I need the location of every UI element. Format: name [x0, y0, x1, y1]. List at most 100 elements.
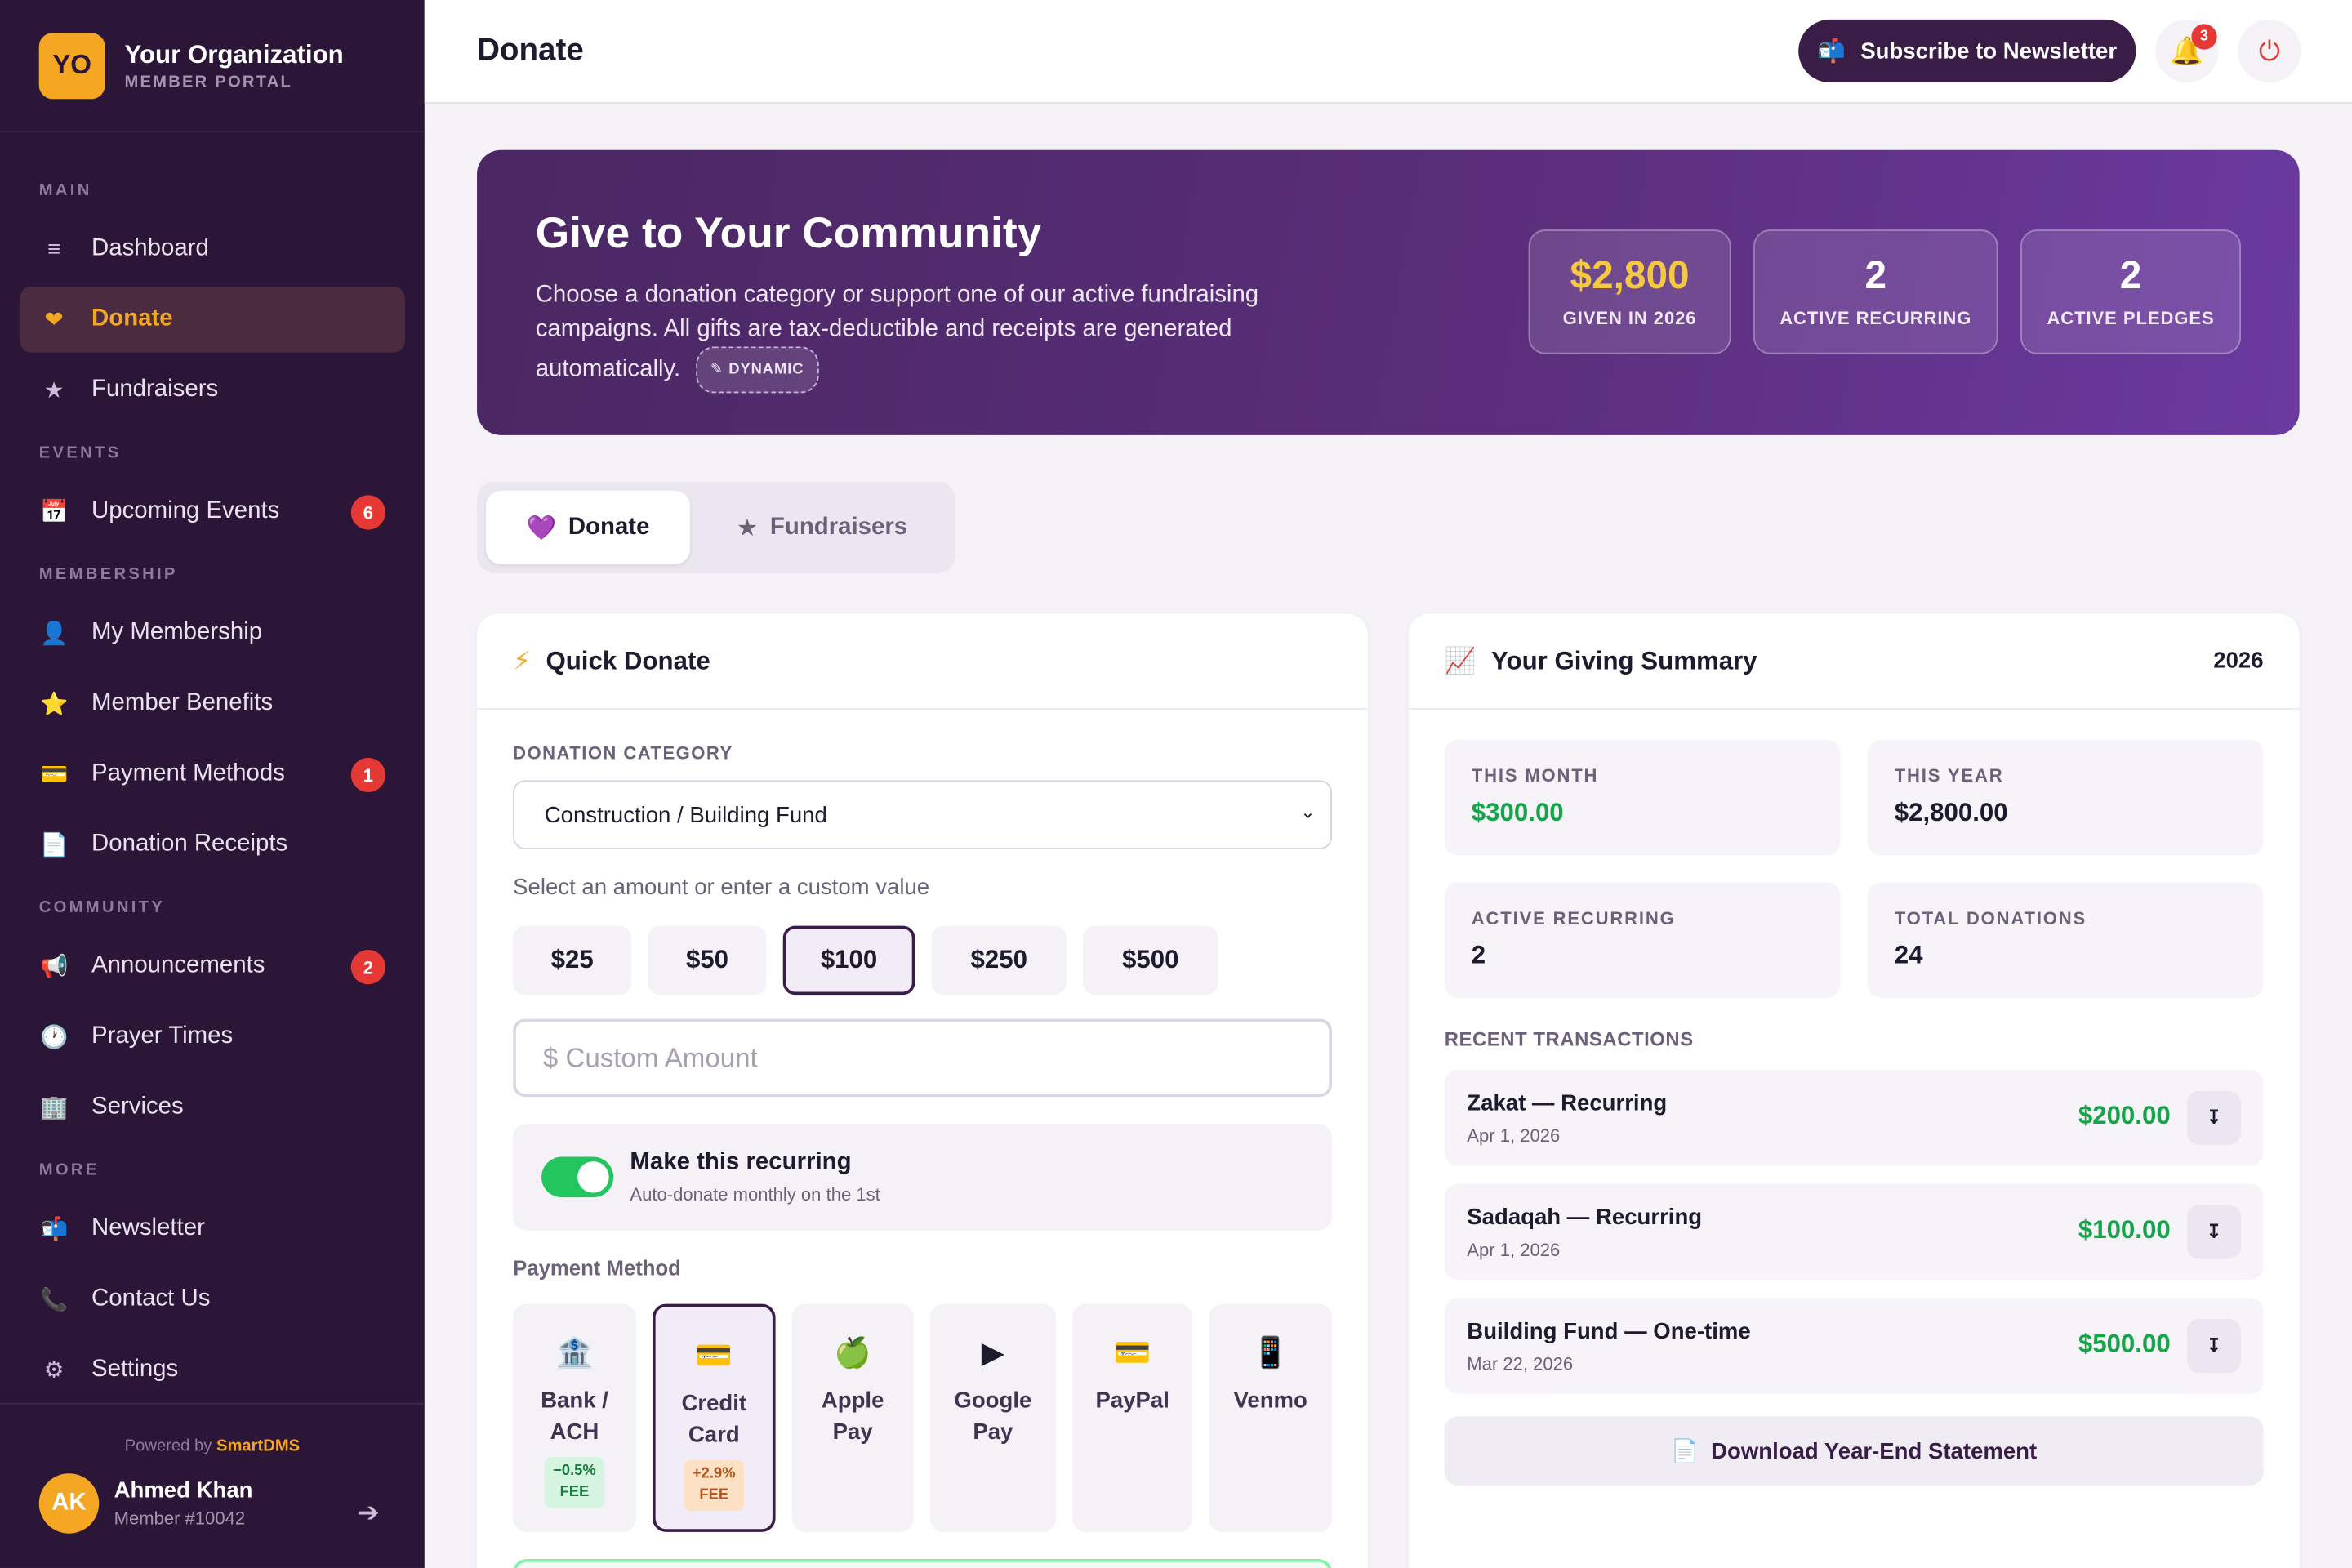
count-badge: 1 [350, 757, 386, 793]
fee-badge: −0.5% FEE [544, 1457, 605, 1508]
payment-method-paypal[interactable]: 💳 PayPal [1072, 1303, 1193, 1532]
card-title: Quick Donate [546, 645, 710, 675]
stat-active-recurring: ACTIVE RECURRING 2 [1444, 882, 1841, 998]
sidebar-item-newsletter[interactable]: 📬 Newsletter [20, 1196, 405, 1262]
stat-label: TOTAL DONATIONS [1894, 907, 2087, 929]
amount-50-button[interactable]: $50 [648, 925, 767, 996]
stat-label: ACTIVE RECURRING [1471, 907, 1676, 929]
phone-icon: 📞 [39, 1287, 69, 1313]
sidebar-item-settings[interactable]: ⚙ Settings [20, 1337, 405, 1403]
stat-this-year: THIS YEAR $2,800.00 [1867, 739, 2264, 856]
sidebar-item-member-benefits[interactable]: ⭐ Member Benefits [20, 670, 405, 737]
sidebar-item-announcements[interactable]: 📢 Announcements 2 [20, 933, 405, 1000]
sidebar-item-upcoming-events[interactable]: 📅 Upcoming Events 6 [20, 479, 405, 545]
section-more: MORE [38, 1161, 100, 1180]
mailbox-icon: 📬 [1817, 38, 1846, 65]
payment-method-credit-card[interactable]: 💳 Credit Card +2.9% FEE [652, 1303, 776, 1532]
credit-card-icon: 💳 [695, 1339, 733, 1374]
user-name: Ahmed Khan [114, 1477, 253, 1503]
sidebar-item-label: Fundraisers [91, 376, 219, 403]
amount-100-button[interactable]: $100 [782, 925, 915, 996]
fee-label: FEE [699, 1486, 729, 1503]
dynamic-chip: ✎ DYNAMIC [695, 346, 819, 394]
sidebar-item-fundraisers[interactable]: ★ Fundraisers [20, 357, 405, 423]
topbar: Donate 📬 Subscribe to Newsletter 🔔 3 ⏻ [424, 0, 2352, 104]
sidebar-item-prayer-times[interactable]: 🕐 Prayer Times [20, 1004, 405, 1070]
transaction-name: Sadaqah — Recurring [1467, 1205, 1703, 1231]
download-statement-button[interactable]: 📄 Download Year-End Statement [1444, 1416, 2264, 1486]
custom-amount-input[interactable]: $ Custom Amount [513, 1018, 1332, 1098]
stat-label: ACTIVE PLEDGES [2047, 307, 2215, 329]
play-icon: ▶ [981, 1337, 1005, 1370]
payment-method-bank[interactable]: 🏦 Bank / ACH −0.5% FEE [513, 1303, 636, 1532]
sidebar-item-dashboard[interactable]: ≡ Dashboard [20, 216, 405, 283]
transaction-name: Zakat — Recurring [1467, 1090, 1668, 1116]
section-membership: MEMBERSHIP [38, 565, 178, 584]
payment-method-apple-pay[interactable]: 🍏 Apple Pay [791, 1303, 914, 1532]
star-icon: ⭐ [39, 691, 69, 718]
sidebar-item-payment-methods[interactable]: 💳 Payment Methods 1 [20, 742, 405, 808]
subscribe-newsletter-button[interactable]: 📬 Subscribe to Newsletter [1798, 19, 2136, 83]
amount-500-button[interactable]: $500 [1083, 925, 1218, 996]
sidebar-item-my-membership[interactable]: 👤 My Membership [20, 600, 405, 666]
stat-given: $2,800 GIVEN IN 2026 [1528, 229, 1731, 354]
stat-value: 2 [1864, 252, 1887, 297]
sidebar-footer: Powered by SmartDMS AK Ahmed Khan Member… [0, 1402, 425, 1568]
download-receipt-icon[interactable]: ↧ [2186, 1205, 2242, 1259]
summary-strip [513, 1558, 1332, 1568]
category-select[interactable]: Construction / Building Fund ⌄ [513, 780, 1332, 849]
recurring-toggle[interactable] [541, 1156, 614, 1198]
method-name: Venmo [1233, 1388, 1307, 1414]
stat-value: 24 [1894, 940, 1923, 969]
summary-year: 2026 [2213, 648, 2264, 674]
document-icon: 📄 [39, 832, 69, 858]
sidebar-item-label: Settings [91, 1356, 179, 1383]
payment-method-google-pay[interactable]: ▶ Google Pay [929, 1303, 1057, 1532]
method-name: Google [954, 1388, 1032, 1414]
sidebar-item-donation-receipts[interactable]: 📄 Donation Receipts [20, 812, 405, 878]
powered-by: Powered by SmartDMS [0, 1437, 425, 1455]
tab-fundraisers[interactable]: ★ Fundraisers [702, 491, 942, 564]
stat-total-donations: TOTAL DONATIONS 24 [1867, 882, 2264, 998]
power-button[interactable]: ⏻ [2238, 19, 2301, 83]
notifications-button[interactable]: 🔔 3 [2155, 19, 2219, 83]
stat-value: $2,800.00 [1894, 798, 2008, 827]
sidebar-item-label: Contact Us [91, 1285, 211, 1312]
download-receipt-icon[interactable]: ↧ [2186, 1318, 2242, 1374]
section-community: COMMUNITY [38, 898, 166, 917]
transaction-date: Apr 1, 2026 [1467, 1239, 1561, 1261]
payment-method-label: Payment Method [513, 1255, 681, 1281]
brand[interactable]: YO Your Organization MEMBER PORTAL [0, 0, 425, 132]
stat-active-pledges: 2 ACTIVE PLEDGES [2020, 229, 2242, 354]
method-name: Credit [681, 1391, 747, 1417]
transaction-name: Building Fund — One-time [1467, 1318, 1751, 1345]
powered-by-brand: SmartDMS [216, 1437, 301, 1456]
download-receipt-icon[interactable]: ↧ [2186, 1090, 2242, 1145]
document-icon: 📄 [1671, 1438, 1699, 1465]
sidebar-item-label: Announcements [91, 952, 265, 978]
amount-250-button[interactable]: $250 [931, 925, 1067, 996]
sidebar-item-services[interactable]: 🏢 Services [20, 1075, 405, 1141]
org-name: Your Organization [124, 39, 344, 69]
amount-25-button[interactable]: $25 [513, 925, 632, 996]
tab-donate[interactable]: 💜 Donate [486, 490, 690, 564]
sidebar-item-label: Prayer Times [91, 1023, 234, 1049]
heart-icon: ❤ [44, 307, 64, 333]
tab-bar: 💜 Donate ★ Fundraisers [477, 481, 956, 573]
stat-this-month: THIS MONTH $300.00 [1444, 739, 1841, 856]
megaphone-icon: 📢 [39, 954, 69, 980]
sidebar-item-donate[interactable]: ❤ Donate [19, 286, 405, 353]
method-name: PayPal [1095, 1388, 1169, 1414]
mobile-phone-icon: 📱 [1251, 1337, 1290, 1370]
sidebar-item-contact-us[interactable]: 📞 Contact Us [20, 1267, 405, 1333]
sidebar-item-label: Newsletter [91, 1215, 205, 1241]
avatar: AK [38, 1473, 100, 1534]
count-badge: 2 [350, 950, 386, 985]
sidebar-item-label: Donation Receipts [91, 831, 288, 858]
payment-method-venmo[interactable]: 📱 Venmo [1209, 1303, 1332, 1532]
stat-value: $300.00 [1471, 798, 1564, 827]
transaction-amount: $100.00 [2078, 1215, 2171, 1245]
amount-hint: Select an amount or enter a custom value [513, 875, 930, 901]
logout-icon[interactable]: ➔ [357, 1498, 380, 1530]
fee-value: −0.5% [553, 1463, 596, 1480]
